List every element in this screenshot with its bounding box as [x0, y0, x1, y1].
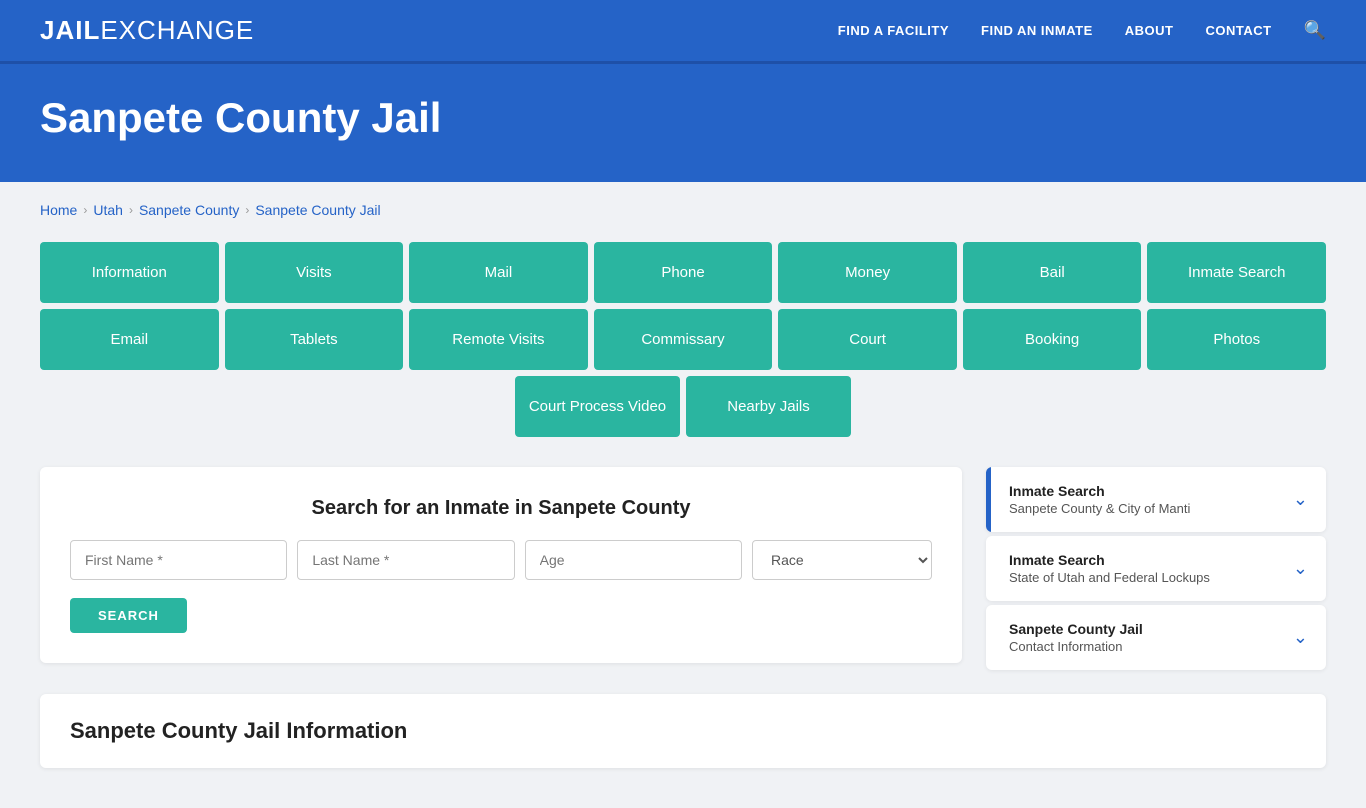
breadcrumb-sanpete-county[interactable]: Sanpete County — [139, 202, 239, 218]
breadcrumb: Home › Utah › Sanpete County › Sanpete C… — [40, 202, 1326, 218]
btn-email[interactable]: Email — [40, 309, 219, 370]
chevron-down-icon-3: ⌄ — [1293, 627, 1308, 648]
nav-contact[interactable]: CONTACT — [1205, 23, 1271, 38]
breadcrumb-utah[interactable]: Utah — [93, 202, 123, 218]
site-header: JAILEXCHANGE FIND A FACILITY FIND AN INM… — [0, 0, 1366, 64]
hero-section: Sanpete County Jail — [0, 64, 1366, 182]
sidebar-card-inmate-state: Inmate Search State of Utah and Federal … — [986, 536, 1326, 601]
button-row-3: Court Process Video Nearby Jails — [40, 376, 1326, 437]
btn-inmate-search[interactable]: Inmate Search — [1147, 242, 1326, 303]
main-nav: FIND A FACILITY FIND AN INMATE ABOUT CON… — [838, 20, 1326, 41]
first-name-input[interactable] — [70, 540, 287, 580]
button-row-1: Information Visits Mail Phone Money Bail… — [40, 242, 1326, 303]
btn-booking[interactable]: Booking — [963, 309, 1142, 370]
sidebar-card-text-3: Sanpete County Jail Contact Information — [1009, 621, 1143, 654]
btn-tablets[interactable]: Tablets — [225, 309, 404, 370]
search-icon[interactable]: 🔍 — [1304, 20, 1326, 41]
sidebar: Inmate Search Sanpete County & City of M… — [986, 467, 1326, 674]
sidebar-card-subtitle-2: State of Utah and Federal Lockups — [1009, 570, 1210, 585]
btn-court-video[interactable]: Court Process Video — [515, 376, 680, 437]
sidebar-card-subtitle-3: Contact Information — [1009, 639, 1143, 654]
search-panel: Search for an Inmate in Sanpete County R… — [40, 467, 962, 663]
btn-nearby-jails[interactable]: Nearby Jails — [686, 376, 851, 437]
sidebar-card-subtitle-1: Sanpete County & City of Manti — [1009, 501, 1190, 516]
button-grid: Information Visits Mail Phone Money Bail… — [40, 242, 1326, 437]
sidebar-card-text-2: Inmate Search State of Utah and Federal … — [1009, 552, 1210, 585]
chevron-down-icon-2: ⌄ — [1293, 558, 1308, 579]
sidebar-card-header-contact[interactable]: Sanpete County Jail Contact Information … — [986, 605, 1326, 670]
search-panel-title: Search for an Inmate in Sanpete County — [70, 497, 932, 520]
search-button[interactable]: SEARCH — [70, 598, 187, 633]
sidebar-card-header-inmate-county[interactable]: Inmate Search Sanpete County & City of M… — [986, 467, 1326, 532]
sidebar-card-inmate-county: Inmate Search Sanpete County & City of M… — [986, 467, 1326, 532]
button-row-2: Email Tablets Remote Visits Commissary C… — [40, 309, 1326, 370]
breadcrumb-chevron-3: › — [245, 203, 249, 217]
content-row: Search for an Inmate in Sanpete County R… — [40, 467, 1326, 674]
btn-remote-visits[interactable]: Remote Visits — [409, 309, 588, 370]
btn-photos[interactable]: Photos — [1147, 309, 1326, 370]
site-logo[interactable]: JAILEXCHANGE — [40, 15, 254, 46]
age-input[interactable] — [525, 540, 742, 580]
sidebar-card-title-3: Sanpete County Jail — [1009, 621, 1143, 637]
nav-find-inmate[interactable]: FIND AN INMATE — [981, 23, 1093, 38]
race-select[interactable]: Race White Black Hispanic Asian Other — [752, 540, 932, 580]
btn-mail[interactable]: Mail — [409, 242, 588, 303]
sidebar-card-title-2: Inmate Search — [1009, 552, 1210, 568]
nav-find-facility[interactable]: FIND A FACILITY — [838, 23, 949, 38]
btn-bail[interactable]: Bail — [963, 242, 1142, 303]
page-title: Sanpete County Jail — [40, 94, 1326, 142]
sidebar-card-header-inmate-state[interactable]: Inmate Search State of Utah and Federal … — [986, 536, 1326, 601]
main-content: Home › Utah › Sanpete County › Sanpete C… — [0, 182, 1366, 808]
logo-jail: JAIL — [40, 15, 100, 45]
search-form-row: Race White Black Hispanic Asian Other — [70, 540, 932, 580]
breadcrumb-home[interactable]: Home — [40, 202, 77, 218]
sidebar-card-title-1: Inmate Search — [1009, 483, 1190, 499]
breadcrumb-chevron-2: › — [129, 203, 133, 217]
breadcrumb-chevron-1: › — [83, 203, 87, 217]
sidebar-card-text-1: Inmate Search Sanpete County & City of M… — [1009, 483, 1190, 516]
chevron-down-icon-1: ⌄ — [1293, 489, 1308, 510]
sidebar-card-contact: Sanpete County Jail Contact Information … — [986, 605, 1326, 670]
nav-about[interactable]: ABOUT — [1125, 23, 1174, 38]
last-name-input[interactable] — [297, 540, 514, 580]
btn-phone[interactable]: Phone — [594, 242, 773, 303]
breadcrumb-current: Sanpete County Jail — [255, 202, 380, 218]
btn-court[interactable]: Court — [778, 309, 957, 370]
bottom-section-title: Sanpete County Jail Information — [70, 718, 1296, 744]
btn-visits[interactable]: Visits — [225, 242, 404, 303]
btn-money[interactable]: Money — [778, 242, 957, 303]
logo-exchange: EXCHANGE — [100, 15, 254, 45]
btn-information[interactable]: Information — [40, 242, 219, 303]
btn-commissary[interactable]: Commissary — [594, 309, 773, 370]
bottom-section: Sanpete County Jail Information — [40, 694, 1326, 768]
